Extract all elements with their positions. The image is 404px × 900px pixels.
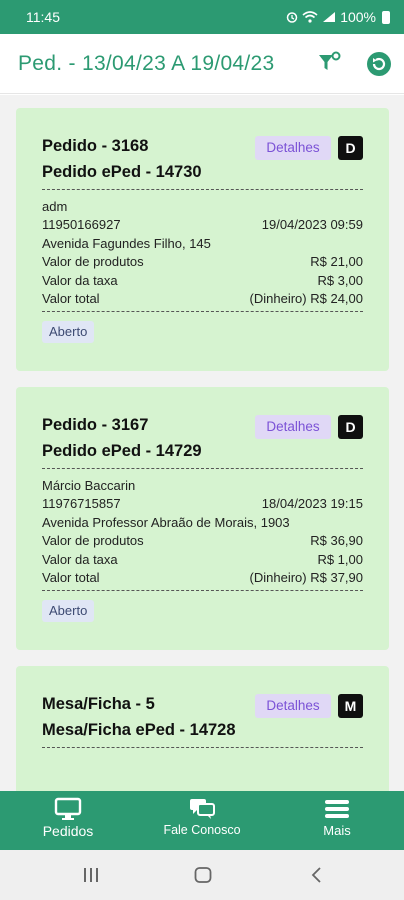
refresh-icon[interactable] xyxy=(366,51,392,77)
back-icon[interactable] xyxy=(308,867,326,883)
nav-label: Mais xyxy=(323,823,351,838)
details-button[interactable]: Detalhes xyxy=(255,415,331,439)
divider xyxy=(42,189,363,190)
order-type-badge: D xyxy=(338,136,363,160)
app-header: Ped. - 13/04/23 A 19/04/23 xyxy=(0,34,404,94)
total-value: (Dinheiro) R$ 24,00 xyxy=(249,291,363,306)
delivery-address: Avenida Professor Abraão de Morais, 1903 xyxy=(42,515,290,530)
order-datetime: 19/04/2023 09:59 xyxy=(261,217,363,232)
nav-fale-conosco[interactable]: Fale Conosco xyxy=(142,797,262,837)
total-value: (Dinheiro) R$ 37,90 xyxy=(249,570,363,585)
order-type-badge: D xyxy=(338,415,363,439)
divider xyxy=(42,311,363,312)
chat-icon xyxy=(190,799,215,819)
page-title: Ped. - 13/04/23 A 19/04/23 xyxy=(18,52,275,75)
customer-phone: 11950166927 xyxy=(42,217,121,232)
total-label: Valor total xyxy=(42,570,100,585)
order-type-badge: M xyxy=(338,694,363,718)
order-title: Mesa/Ficha - 5 xyxy=(42,695,155,713)
system-nav-bar xyxy=(0,850,404,900)
order-title: Pedido - 3167 xyxy=(42,416,149,434)
status-bar: 11:45 100% xyxy=(0,0,404,34)
nav-pedidos[interactable]: Pedidos xyxy=(8,797,128,839)
status-badge: Aberto xyxy=(42,600,95,622)
monitor-icon xyxy=(54,797,82,820)
order-subtitle: Mesa/Ficha ePed - 14728 xyxy=(42,721,236,739)
fee-value: R$ 1,00 xyxy=(317,552,363,567)
home-icon[interactable] xyxy=(194,867,212,883)
order-card[interactable]: Pedido - 3167 Detalhes D Pedido ePed - 1… xyxy=(16,387,389,650)
total-label: Valor total xyxy=(42,291,100,306)
filter-icon[interactable] xyxy=(316,50,342,76)
divider xyxy=(42,590,363,591)
products-value: R$ 21,00 xyxy=(310,254,363,269)
fee-label: Valor da taxa xyxy=(42,552,118,567)
order-card[interactable]: Mesa/Ficha - 5 Detalhes M Mesa/Ficha ePe… xyxy=(16,666,389,791)
order-title: Pedido - 3168 xyxy=(42,137,149,155)
order-subtitle: Pedido ePed - 14730 xyxy=(42,163,202,181)
status-badge: Aberto xyxy=(42,321,95,343)
nav-mais[interactable]: Mais xyxy=(277,797,397,838)
battery-icon xyxy=(382,10,390,24)
nav-label: Pedidos xyxy=(42,823,94,839)
bottom-nav: Pedidos Fale Conosco Mais xyxy=(0,791,404,850)
customer-phone: 11976715857 xyxy=(42,496,121,511)
details-button[interactable]: Detalhes xyxy=(255,136,331,160)
divider xyxy=(42,468,363,469)
products-label: Valor de produtos xyxy=(42,254,144,269)
orders-list[interactable]: Pedido - 3168 Detalhes D Pedido ePed - 1… xyxy=(0,95,404,791)
fee-value: R$ 3,00 xyxy=(317,273,363,288)
recent-apps-icon[interactable] xyxy=(82,867,100,883)
menu-icon xyxy=(325,800,349,818)
customer-name: adm xyxy=(42,199,68,214)
products-value: R$ 36,90 xyxy=(310,533,363,548)
wifi-icon xyxy=(302,11,318,23)
order-datetime: 18/04/2023 19:15 xyxy=(261,496,363,511)
fee-label: Valor da taxa xyxy=(42,273,118,288)
delivery-address: Avenida Fagundes Filho, 145 xyxy=(42,236,211,251)
divider xyxy=(42,747,363,748)
order-card[interactable]: Pedido - 3168 Detalhes D Pedido ePed - 1… xyxy=(16,108,389,371)
signal-icon xyxy=(323,12,336,22)
products-label: Valor de produtos xyxy=(42,533,144,548)
customer-name: Márcio Baccarin xyxy=(42,478,136,493)
order-subtitle: Pedido ePed - 14729 xyxy=(42,442,202,460)
status-icons: 100% xyxy=(286,9,390,25)
battery-text: 100% xyxy=(340,9,376,25)
status-time: 11:45 xyxy=(26,9,60,25)
alarm-icon xyxy=(286,12,298,23)
details-button[interactable]: Detalhes xyxy=(255,694,331,718)
nav-label: Fale Conosco xyxy=(163,823,241,837)
